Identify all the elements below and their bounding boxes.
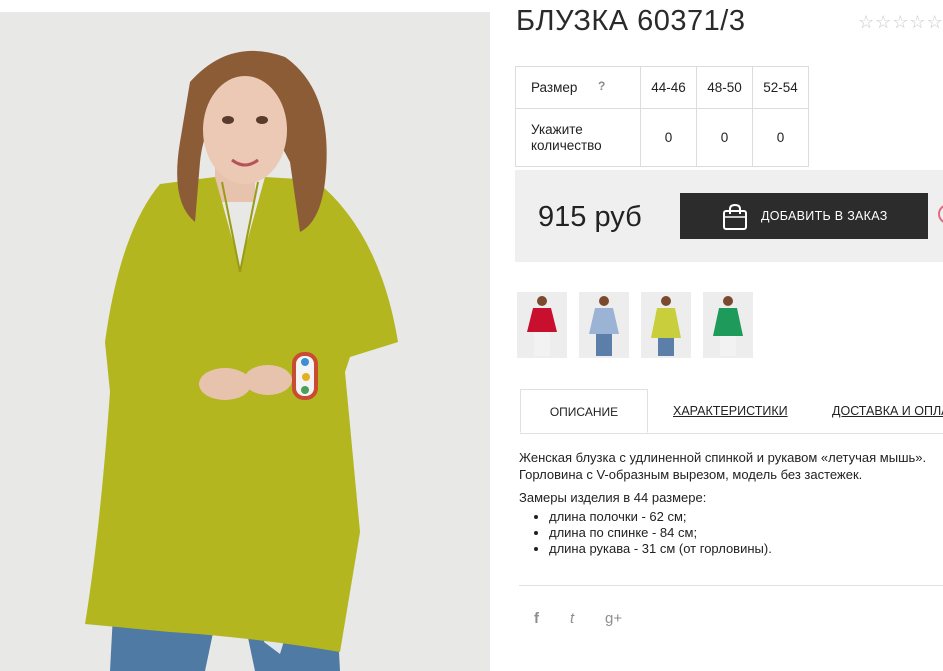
thumbnail-light-blue-image (579, 292, 629, 358)
size-44-46: 44-46 (640, 66, 697, 109)
list-item: длина полочки - 62 см; (549, 509, 943, 525)
add-to-order-label: ДОБАВИТЬ В ЗАКАЗ (761, 209, 888, 223)
list-item: длина по спинке - 84 см; (549, 525, 943, 541)
facebook-icon[interactable]: f (534, 610, 539, 627)
model-illustration (0, 12, 490, 671)
star-icon[interactable]: ☆ (875, 12, 891, 32)
list-item: длина рукава - 31 см (от горловины). (549, 541, 943, 557)
rating-stars[interactable]: ☆☆☆☆☆ (858, 12, 943, 32)
price-bar: 915 руб ДОБАВИТЬ В ЗАКАЗ (515, 170, 943, 262)
size-52-54: 52-54 (752, 66, 809, 109)
divider (519, 585, 943, 586)
star-icon[interactable]: ☆ (858, 12, 874, 32)
thumbnail-yellow-green-image (641, 292, 691, 358)
thumbnail-yellow-green[interactable] (641, 292, 691, 358)
quantity-input-44-46[interactable]: 0 (640, 108, 697, 167)
product-photo (0, 12, 490, 671)
thumbnail-red-image (517, 292, 567, 358)
measures-title: Замеры изделия в 44 размере: (519, 490, 707, 505)
thumbnail-green[interactable] (703, 292, 753, 358)
twitter-icon[interactable]: t (570, 610, 574, 627)
tab-characteristics[interactable]: ХАРАКТЕРИСТИКИ (673, 404, 788, 418)
quantity-input-48-50[interactable]: 0 (696, 108, 753, 167)
favorite-icon[interactable] (938, 204, 943, 224)
size-label-cell: Размер ? (515, 66, 641, 109)
tab-delivery-payment[interactable]: ДОСТАВКА И ОПЛАТА (832, 404, 943, 418)
thumbnail-green-image (703, 292, 753, 358)
description-panel: Женская блузка с удлиненной спинкой и ру… (519, 449, 943, 557)
thumbnail-red[interactable] (517, 292, 567, 358)
help-icon[interactable]: ? (598, 79, 605, 93)
info-tabs: ОПИСАНИЕ ХАРАКТЕРИСТИКИ ДОСТАВКА И ОПЛАТ… (520, 389, 943, 434)
shopping-bag-icon (723, 203, 747, 230)
star-icon[interactable]: ☆ (927, 12, 943, 32)
size-48-50: 48-50 (696, 66, 753, 109)
star-icon[interactable]: ☆ (909, 12, 925, 32)
quantity-input-52-54[interactable]: 0 (752, 108, 809, 167)
star-icon[interactable]: ☆ (892, 12, 908, 32)
description-text: Женская блузка с удлиненной спинкой и ру… (519, 450, 927, 482)
google-plus-icon[interactable]: g+ (605, 610, 622, 627)
thumbnail-light-blue[interactable] (579, 292, 629, 358)
price: 915 руб (538, 201, 642, 233)
bracelet (292, 352, 318, 400)
tab-description[interactable]: ОПИСАНИЕ (520, 389, 648, 433)
measures-list: длина полочки - 62 см; длина по спинке -… (519, 509, 943, 557)
quantity-label: Укажите количество (515, 108, 641, 167)
product-title: БЛУЗКА 60371/3 (516, 5, 746, 37)
size-quantity-table: Размер ? 44-46 48-50 52-54 Укажите колич… (515, 66, 809, 167)
add-to-order-button[interactable]: ДОБАВИТЬ В ЗАКАЗ (680, 193, 928, 239)
size-label: Размер (531, 80, 578, 95)
